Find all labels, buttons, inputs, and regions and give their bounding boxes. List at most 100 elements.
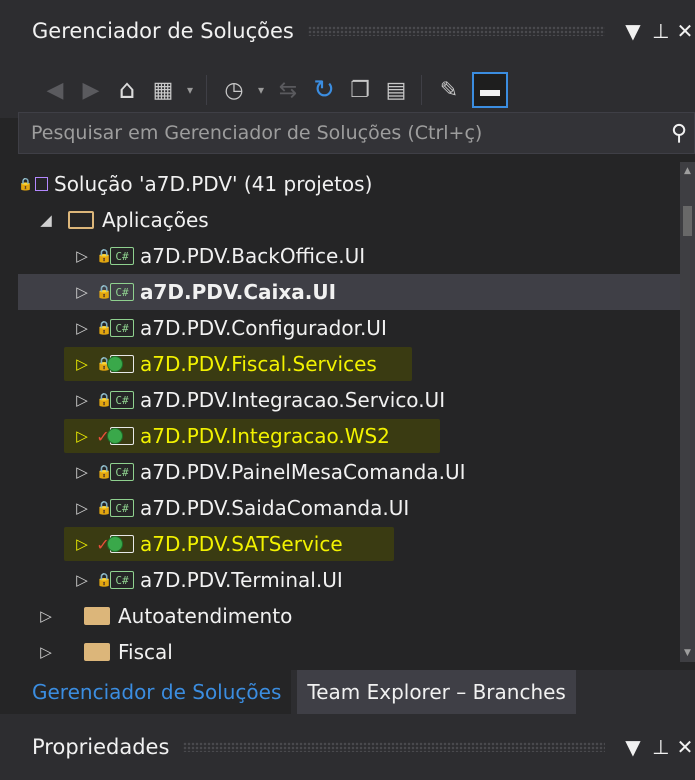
tree-item-label: a7D.PDV.Integracao.Servico.UI [140,388,446,412]
tab-strip-gap [575,670,695,714]
preview-icon[interactable] [472,72,508,108]
solution-explorer-toolbar: ◀ ▶ ⌂ ▦ ▾ ◷ ▾ ⇆ ↻ ❐ ▤ ✎ [0,62,695,118]
csharp-project-icon: C# [110,571,134,589]
switch-views-icon[interactable]: ▦ [146,73,180,107]
csharp-project-icon: C# [110,283,134,301]
folder-icon [84,643,110,661]
collapsed-arrow-icon[interactable]: ▷ [38,607,54,625]
folder-icon [84,607,110,625]
tab-solution-explorer[interactable]: Gerenciador de Soluções [0,670,292,714]
tree-item-label: a7D.PDV.Integracao.WS2 [140,424,390,448]
web-project-icon [107,427,134,445]
expanded-arrow-icon[interactable]: ◢ [38,211,54,229]
refresh-icon[interactable]: ↻ [307,73,341,107]
panel-title: Gerenciador de Soluções [32,19,294,43]
tree-item-label: Aplicações [102,208,209,232]
collapsed-arrow-icon[interactable]: ▷ [74,283,90,301]
close-icon[interactable]: ✕ [675,19,695,43]
tree-item-label: Fiscal [118,640,173,662]
bottom-tabs: Gerenciador de Soluções Team Explorer – … [0,670,695,714]
scroll-down-icon[interactable]: ▼ [680,648,695,658]
collapsed-arrow-icon[interactable]: ▷ [74,571,90,589]
collapsed-arrow-icon[interactable]: ▷ [74,391,90,409]
window-position-dropdown-icon[interactable]: ▼ [619,19,647,43]
collapsed-arrow-icon[interactable]: ▷ [74,355,90,373]
search-box[interactable]: Pesquisar em Gerenciador de Soluções (Ct… [18,112,695,154]
tree-item-label: a7D.PDV.Configurador.UI [140,316,387,340]
lock-icon: 🔒 [96,320,113,336]
properties-titlebar: Propriedades ▼ ⊥ ✕ [0,714,695,780]
tree-item-label: a7D.PDV.SATService [140,532,343,556]
tree-item-project[interactable]: ▷ 🔒 C# a7D.PDV.Integracao.Servico.UI [18,382,680,418]
pin-icon[interactable]: ⊥ [647,19,675,43]
tree-item-label: a7D.PDV.SaidaComanda.UI [140,496,410,520]
lock-icon: 🔒 [96,464,113,480]
tree-item-project-highlighted[interactable]: ▷ 🔒 a7D.PDV.Fiscal.Services [18,346,680,382]
tree-item-label: a7D.PDV.Caixa.UI [140,280,337,304]
lock-icon: 🔒 [96,248,113,264]
home-icon[interactable]: ⌂ [110,73,144,107]
properties-icon[interactable]: ✎ [432,73,466,107]
vertical-scrollbar[interactable]: ▲ ▼ [680,162,695,662]
tree-item-label: a7D.PDV.Terminal.UI [140,568,343,592]
scrollbar-thumb[interactable] [683,206,692,236]
folder-open-icon [68,211,94,229]
csharp-project-icon: C# [110,319,134,337]
collapsed-arrow-icon[interactable]: ▷ [74,463,90,481]
tree-item-project[interactable]: ▷ 🔒 C# a7D.PDV.Terminal.UI [18,562,680,598]
pin-icon[interactable]: ⊥ [647,735,675,759]
tree-item-project[interactable]: ▷ 🔒 C# a7D.PDV.Configurador.UI [18,310,680,346]
web-project-icon [107,535,134,553]
scroll-up-icon[interactable]: ▲ [680,166,695,176]
csharp-project-icon: C# [110,391,134,409]
toolbar-separator [421,75,422,105]
tree-item-label: Autoatendimento [118,604,293,628]
tree-item-project-highlighted[interactable]: ▷ ✓ a7D.PDV.Integracao.WS2 [18,418,680,454]
pending-changes-icon[interactable]: ◷ [217,73,251,107]
window-position-dropdown-icon[interactable]: ▼ [619,735,647,759]
collapsed-arrow-icon[interactable]: ▷ [74,499,90,517]
tree-item-folder[interactable]: ▷ Fiscal [18,634,680,662]
sync-icon[interactable]: ⇆ [271,73,305,107]
back-icon[interactable]: ◀ [38,73,72,107]
csharp-project-icon: C# [110,463,134,481]
lock-icon: 🔒 [96,284,113,300]
solution-tree: 🔒 Solução 'a7D.PDV' (41 projetos) ◢ Apli… [18,162,680,662]
tree-item-project[interactable]: ▷ 🔒 C# a7D.PDV.SaidaComanda.UI [18,490,680,526]
solution-icon: 🔒 [18,174,48,194]
tree-item-project-selected[interactable]: ▷ 🔒 C# a7D.PDV.Caixa.UI [18,274,680,310]
pending-changes-dropdown-icon[interactable]: ▾ [253,73,269,107]
tree-item-label: a7D.PDV.BackOffice.UI [140,244,366,268]
forward-icon[interactable]: ▶ [74,73,108,107]
csharp-project-icon: C# [110,499,134,517]
close-icon[interactable]: ✕ [675,735,695,759]
tree-item-label: Solução 'a7D.PDV' (41 projetos) [54,172,373,196]
collapsed-arrow-icon[interactable]: ▷ [38,643,54,661]
switch-views-dropdown-icon[interactable]: ▾ [182,73,198,107]
tree-item-folder-aplicacoes[interactable]: ◢ Aplicações [18,202,680,238]
solution-explorer-titlebar: Gerenciador de Soluções ▼ ⊥ ✕ [0,0,695,62]
tree-item-label: a7D.PDV.PainelMesaComanda.UI [140,460,466,484]
tab-team-explorer[interactable]: Team Explorer – Branches [297,670,576,714]
tree-item-solution[interactable]: 🔒 Solução 'a7D.PDV' (41 projetos) [18,166,680,202]
tree-item-project[interactable]: ▷ 🔒 C# a7D.PDV.BackOffice.UI [18,238,680,274]
collapsed-arrow-icon[interactable]: ▷ [74,427,90,445]
toolbar-separator [206,75,207,105]
lock-icon: 🔒 [96,572,113,588]
search-icon[interactable]: ⚲ [664,121,694,146]
lock-icon: 🔒 [96,500,113,516]
tree-item-project[interactable]: ▷ 🔒 C# a7D.PDV.PainelMesaComanda.UI [18,454,680,490]
properties-title: Propriedades [32,735,170,759]
collapse-all-icon[interactable]: ❐ [343,73,377,107]
show-all-files-icon[interactable]: ▤ [379,73,413,107]
title-grip[interactable] [307,26,605,36]
web-project-icon [107,355,134,373]
search-input[interactable]: Pesquisar em Gerenciador de Soluções (Ct… [31,122,664,144]
tree-item-project-highlighted[interactable]: ▷ ✓ a7D.PDV.SATService [18,526,680,562]
collapsed-arrow-icon[interactable]: ▷ [74,247,90,265]
collapsed-arrow-icon[interactable]: ▷ [74,535,90,553]
csharp-project-icon: C# [110,247,134,265]
tree-item-folder[interactable]: ▷ Autoatendimento [18,598,680,634]
title-grip[interactable] [183,742,605,752]
collapsed-arrow-icon[interactable]: ▷ [74,319,90,337]
